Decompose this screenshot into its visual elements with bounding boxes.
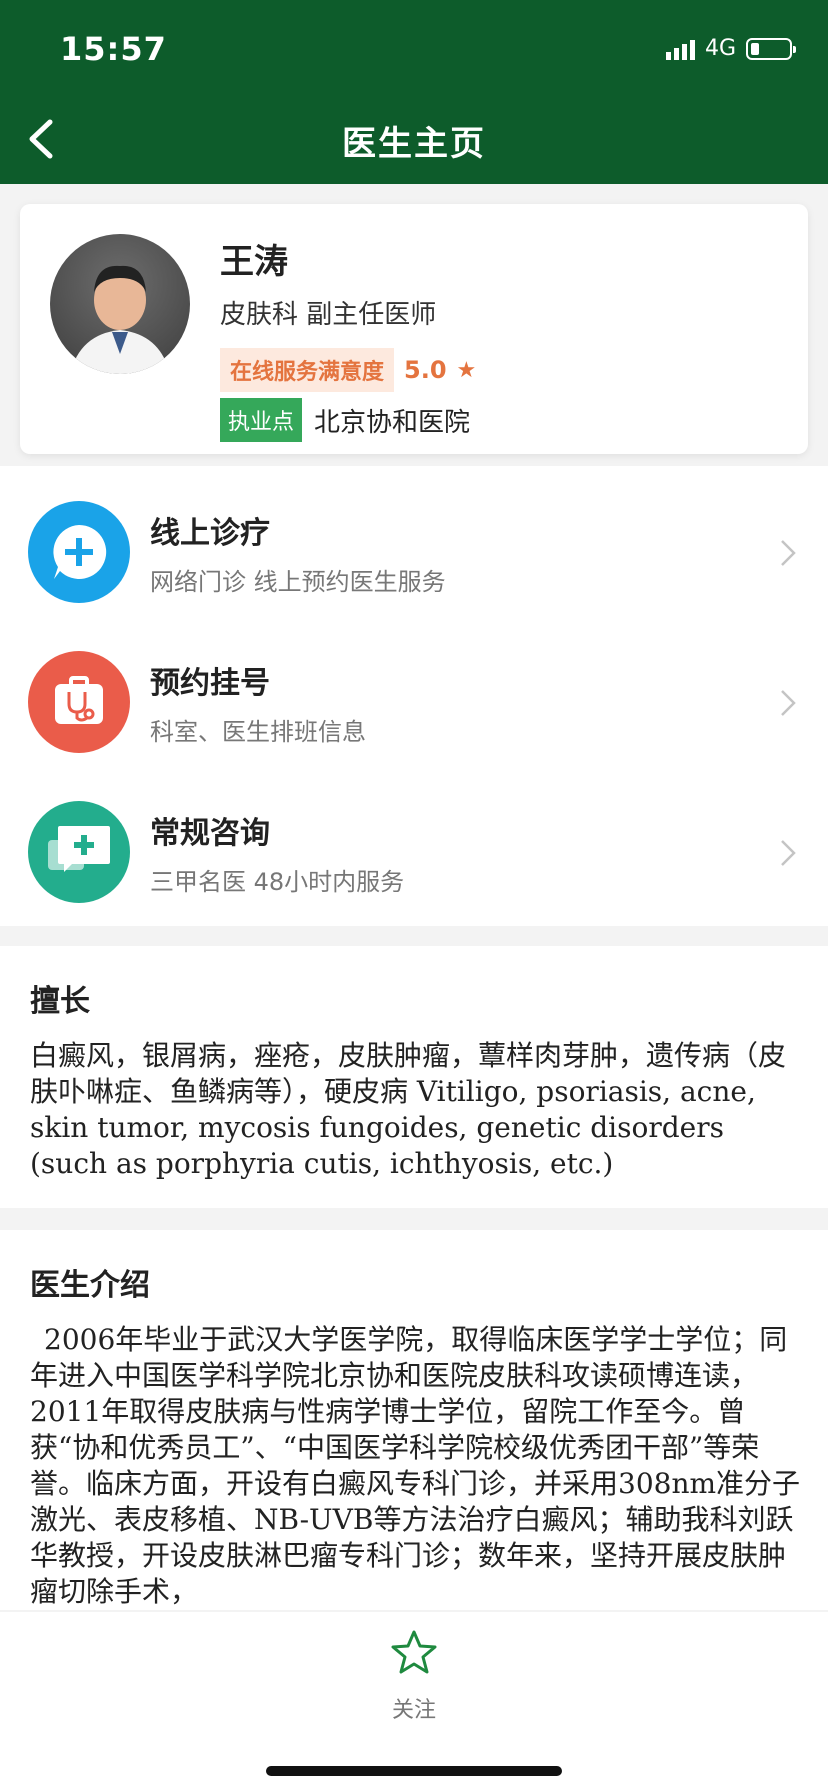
avatar-portrait [70,265,170,374]
doctor-intro-section: 医生介绍 2006年毕业于武汉大学医学院，取得临床医学学士学位；同年进入中国医学… [0,1230,828,1610]
service-subtitle: 科室、医生排班信息 [150,718,366,746]
follow-button[interactable]: 关注 [364,1628,464,1723]
page-title: 医生主页 [342,124,486,164]
chevron-right-icon [781,540,796,566]
practice-location-tag: 执业点 [220,398,303,442]
star-icon: ★ [456,357,477,383]
status-indicators: 4G [665,36,796,61]
follow-label: 关注 [391,1698,436,1723]
bottom-bar: 关注 [0,1612,828,1792]
plus-chat-icon [28,501,130,603]
network-label: 4G [704,36,736,61]
service-subtitle: 三甲名医 48小时内服务 [150,868,405,896]
stethoscope-icon [28,651,130,753]
consult-icon [28,801,130,903]
section-title: 擅长 [30,984,90,1019]
service-title: 常规咨询 [150,816,270,851]
service-appointment[interactable]: 预约挂号 科室、医生排班信息 [0,616,828,766]
service-subtitle: 网络门诊 线上预约医生服务 [150,568,446,596]
doctor-avatar [50,234,190,374]
satisfaction-row: 在线服务满意度 5.0 ★ [220,348,476,392]
service-title: 线上诊疗 [150,516,270,551]
hospital-name: 北京协和医院 [314,407,471,438]
doctor-profile-card: 王涛 皮肤科 副主任医师 在线服务满意度 5.0 ★ 执业点 北京协和医院 [20,204,808,454]
service-title: 预约挂号 [150,666,270,701]
doctor-name: 王涛 [220,242,288,282]
satisfaction-score: 5.0 [404,356,447,384]
service-list: 线上诊疗 网络门诊 线上预约医生服务 预约挂号 科室、医生排班信息 常规咨询 三… [0,466,828,926]
doctor-department-title: 皮肤科 副主任医师 [220,300,437,330]
star-outline-icon [391,1630,437,1674]
home-indicator[interactable] [266,1766,562,1776]
signal-icon [665,38,695,60]
service-general-consultation[interactable]: 常规咨询 三甲名医 48小时内服务 [0,766,828,916]
section-title: 医生介绍 [30,1268,150,1303]
app-header: 15:57 4G 医生主页 [0,0,828,184]
battery-icon [746,37,796,60]
chevron-right-icon [781,690,796,716]
expertise-text: 白癜风，银屑病，痤疮，皮肤肿瘤，蕈样肉芽肿，遗传病（皮肤卟啉症、鱼鳞病等），硬皮… [30,1039,787,1180]
expertise-section: 擅长 白癜风，银屑病，痤疮，皮肤肿瘤，蕈样肉芽肿，遗传病（皮肤卟啉症、鱼鳞病等）… [0,946,828,1208]
practice-location-row: 执业点 北京协和医院 [220,398,470,442]
status-time: 15:57 [60,30,167,68]
chevron-right-icon [781,840,796,866]
doctor-intro-text: 2006年毕业于武汉大学医学院，取得临床医学学士学位；同年进入中国医学科学院北京… [30,1323,801,1608]
service-online-consultation[interactable]: 线上诊疗 网络门诊 线上预约医生服务 [0,466,828,616]
satisfaction-label: 在线服务满意度 [220,348,395,392]
